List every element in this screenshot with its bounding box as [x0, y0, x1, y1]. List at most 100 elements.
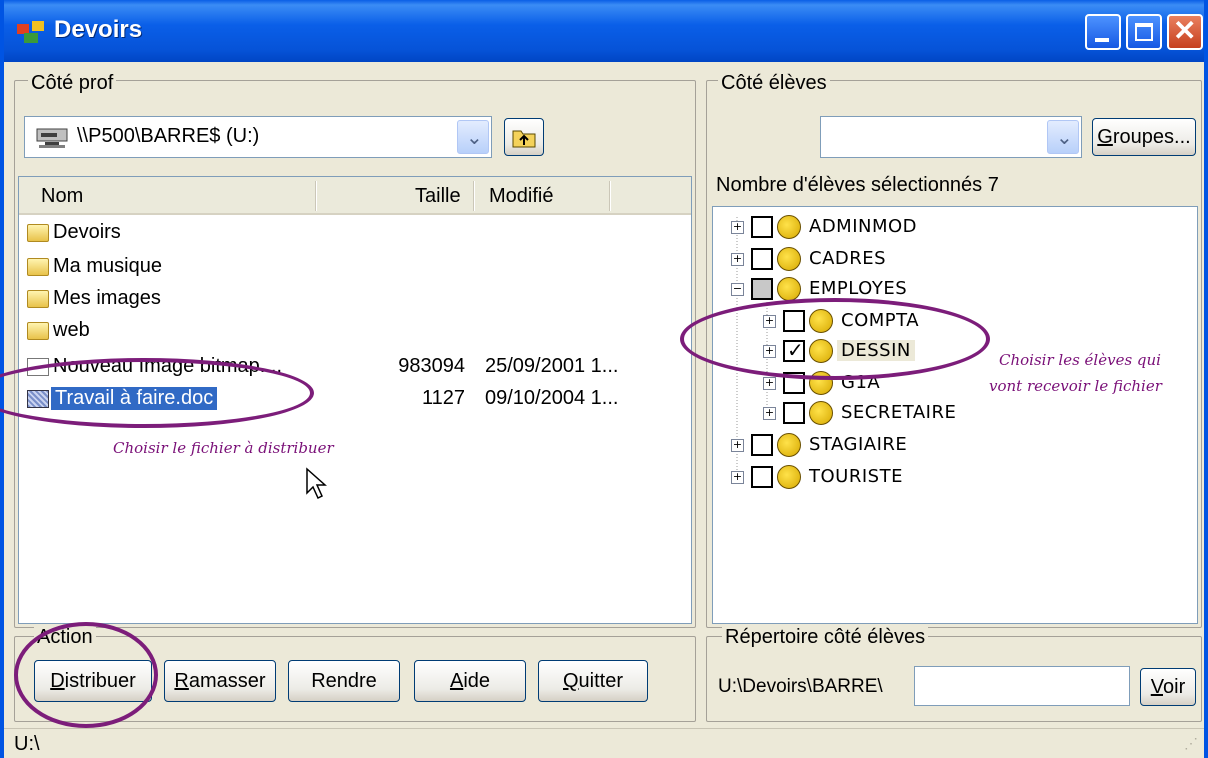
- annotation-choose-students-line2: vont recevoir le fichier: [989, 377, 1162, 395]
- node-label: EMPLOYES: [809, 278, 908, 299]
- annotation-choose-file: Choisir le fichier à distribuer: [113, 439, 334, 457]
- rendre-button[interactable]: Rendre: [288, 660, 400, 702]
- voir-accesskey: V: [1150, 676, 1163, 698]
- close-button[interactable]: ✕: [1167, 14, 1203, 50]
- expand-icon[interactable]: +: [731, 221, 744, 234]
- group-icon: [777, 433, 801, 457]
- annotation-choose-students-line1: Choisir les élèves qui: [999, 351, 1161, 369]
- annotation-ellipse-students: [680, 298, 990, 380]
- file-name: Ma musique: [53, 255, 162, 277]
- status-bar: U:\ ⋰: [4, 728, 1204, 758]
- app-window: Devoirs ✕ Côté prof \\P500\BARRE$ (U:) ⌄…: [0, 0, 1208, 758]
- column-name[interactable]: Nom: [41, 185, 83, 208]
- column-separator[interactable]: [315, 181, 317, 211]
- node-checkbox[interactable]: [783, 402, 805, 424]
- resize-grip-icon[interactable]: ⋰: [1184, 735, 1198, 752]
- student-dir-panel-legend: Répertoire côté élèves: [722, 626, 929, 649]
- drive-dropdown-button[interactable]: ⌄: [457, 120, 489, 154]
- drive-select-value: \\P500\BARRE$ (U:): [77, 125, 260, 147]
- ramasser-accesskey: R: [174, 670, 189, 692]
- groups-button[interactable]: Groupes...: [1092, 118, 1196, 156]
- node-checkbox[interactable]: [751, 434, 773, 456]
- node-checkbox[interactable]: [751, 466, 773, 488]
- expand-icon[interactable]: +: [731, 253, 744, 266]
- expand-icon[interactable]: +: [763, 377, 776, 390]
- node-label: CADRES: [809, 248, 887, 269]
- aide-button[interactable]: Aide: [414, 660, 526, 702]
- file-date: 25/09/2001 1...: [485, 355, 619, 377]
- folder-up-button[interactable]: [504, 118, 544, 156]
- group-icon: [777, 215, 801, 239]
- group-icon: [777, 465, 801, 489]
- aide-accesskey: A: [449, 670, 464, 692]
- node-label: TOURISTE: [809, 466, 903, 487]
- list-item[interactable]: web: [25, 317, 665, 347]
- collapse-icon[interactable]: −: [731, 283, 744, 296]
- aide-label: ide: [463, 670, 491, 692]
- group-icon: [777, 277, 801, 301]
- column-modified[interactable]: Modifié: [489, 185, 553, 208]
- column-separator[interactable]: [609, 181, 611, 211]
- list-item[interactable]: Mes images: [25, 285, 665, 315]
- chevron-down-icon: ⌄: [466, 127, 483, 149]
- folder-icon: [27, 224, 49, 242]
- file-name: Devoirs: [53, 221, 121, 243]
- file-size: 983094: [398, 355, 465, 377]
- folder-icon: [27, 258, 49, 276]
- status-text: U:\: [14, 733, 40, 755]
- group-dropdown-button[interactable]: ⌄: [1047, 120, 1079, 154]
- node-label: ADMINMOD: [809, 216, 918, 237]
- drive-icon: [36, 128, 68, 148]
- quitter-accesskey: Q: [562, 670, 579, 692]
- file-name: web: [53, 319, 90, 341]
- file-date: 09/10/2004 1...: [485, 387, 619, 409]
- student-dir-prefix: U:\Devoirs\BARRE\: [718, 676, 883, 697]
- node-checkbox[interactable]: [751, 216, 773, 238]
- group-icon: [809, 401, 833, 425]
- drive-select[interactable]: \\P500\BARRE$ (U:) ⌄: [24, 116, 492, 158]
- node-label: SECRETAIRE: [841, 402, 957, 423]
- minimize-button[interactable]: [1085, 14, 1121, 50]
- list-item[interactable]: Ma musique: [25, 253, 665, 283]
- ramasser-button[interactable]: Ramasser: [164, 660, 276, 702]
- voir-button[interactable]: Voir: [1140, 668, 1196, 706]
- title-bar[interactable]: Devoirs ✕: [4, 0, 1204, 62]
- expand-icon[interactable]: +: [731, 471, 744, 484]
- group-select[interactable]: ⌄: [820, 116, 1082, 158]
- file-size: 1127: [421, 387, 465, 409]
- student-panel-legend: Côté élèves: [718, 72, 830, 95]
- expand-icon[interactable]: +: [731, 439, 744, 452]
- node-checkbox[interactable]: [751, 278, 773, 300]
- node-label: STAGIAIRE: [809, 434, 908, 455]
- column-separator[interactable]: [473, 181, 475, 211]
- close-icon: ✕: [1173, 15, 1197, 46]
- ramasser-label: amasser: [188, 670, 266, 692]
- file-name: Mes images: [53, 287, 161, 309]
- student-tree[interactable]: + ADMINMOD + CADRES − EMPLOYES + COMPTA …: [712, 206, 1198, 624]
- list-item[interactable]: Devoirs: [25, 219, 665, 249]
- folder-up-icon: [512, 130, 536, 148]
- quitter-button[interactable]: Quitter: [538, 660, 648, 702]
- quitter-label: uitter: [578, 670, 624, 692]
- teacher-panel-legend: Côté prof: [28, 72, 117, 95]
- column-size[interactable]: Taille: [415, 185, 461, 208]
- student-dir-input[interactable]: [914, 666, 1130, 706]
- selected-students-count: Nombre d'élèves sélectionnés 7: [716, 174, 999, 196]
- node-checkbox[interactable]: [751, 248, 773, 270]
- expand-icon[interactable]: +: [763, 407, 776, 420]
- maximize-icon: [1135, 23, 1153, 41]
- group-icon: [777, 247, 801, 271]
- file-list-header: Nom Taille Modifié: [19, 177, 691, 215]
- folder-icon: [27, 290, 49, 308]
- maximize-button[interactable]: [1126, 14, 1162, 50]
- window-title: Devoirs: [54, 16, 143, 43]
- folder-icon: [27, 322, 49, 340]
- annotation-ellipse-distribuer: [14, 622, 158, 728]
- groups-label: roupes...: [1112, 126, 1191, 148]
- app-icon: [17, 21, 44, 43]
- voir-label: oir: [1163, 676, 1186, 698]
- mouse-cursor-icon: [306, 467, 327, 500]
- chevron-down-icon: ⌄: [1056, 127, 1073, 149]
- rendre-label: Rendre: [311, 670, 377, 692]
- groups-accesskey: G: [1097, 126, 1113, 148]
